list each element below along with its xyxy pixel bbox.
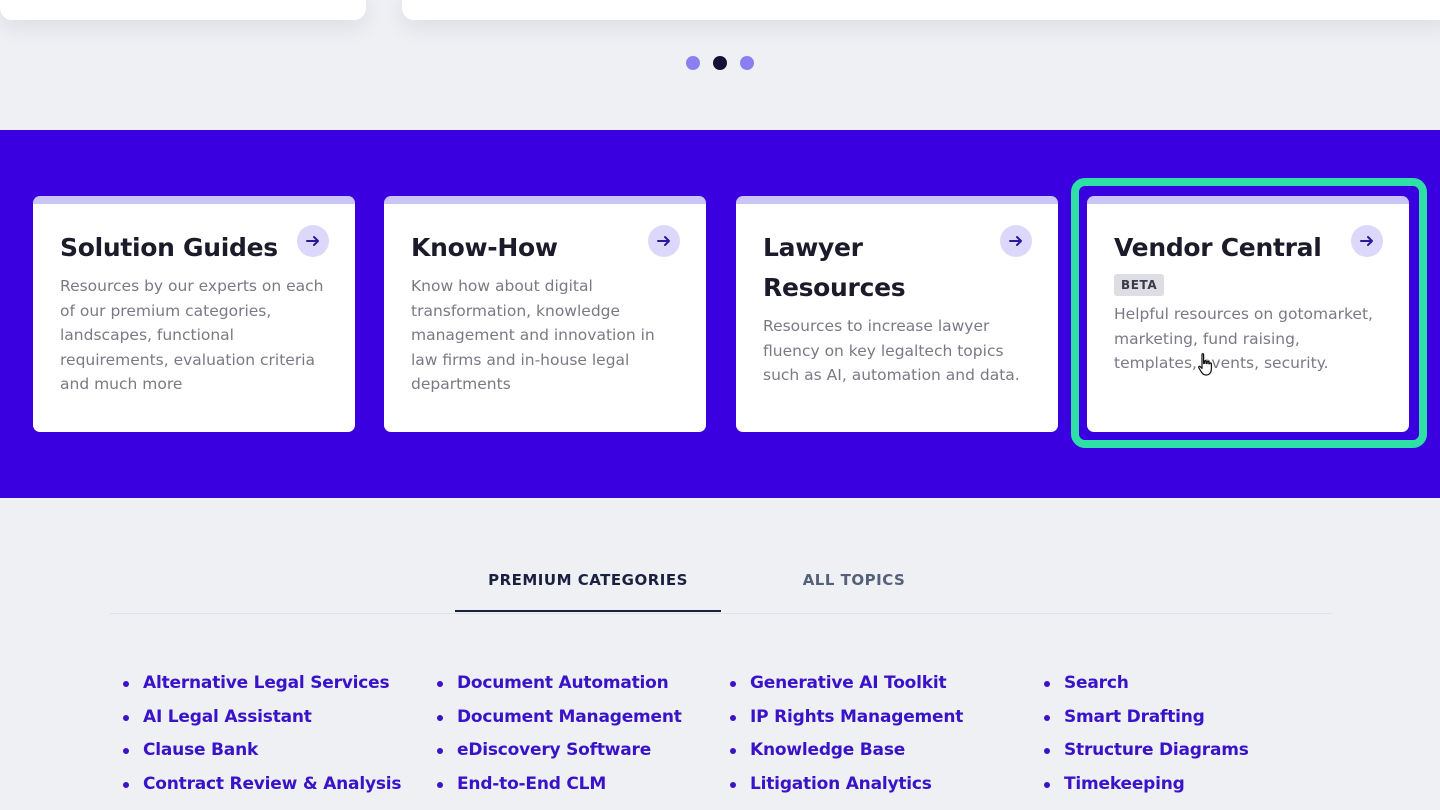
category-link[interactable]: IP Rights Management [730, 701, 963, 735]
category-link[interactable]: Knowledge Base [730, 734, 963, 768]
category-link[interactable]: Document Automation [437, 667, 682, 701]
category-link[interactable]: Alternative Legal Services [123, 667, 401, 701]
tab-all-topics[interactable]: ALL TOPICS [722, 566, 986, 612]
arrow-right-icon[interactable] [1000, 225, 1032, 257]
card-description: Know how about digital transformation, k… [411, 277, 655, 393]
carousel-dot-2[interactable] [713, 56, 727, 70]
category-link[interactable]: Clause Bank [123, 734, 401, 768]
category-link[interactable]: AI Legal Assistant [123, 701, 401, 735]
card-description: Resources by our experts on each of our … [60, 277, 324, 393]
arrow-right-icon[interactable] [1351, 225, 1383, 257]
arrow-right-icon[interactable] [648, 225, 680, 257]
category-link[interactable]: Timekeeping [1044, 768, 1249, 802]
category-link[interactable]: Litigation Analytics [730, 768, 963, 802]
category-column-2: Document Automation Document Management … [437, 667, 682, 802]
carousel-card-right[interactable] [402, 0, 1440, 20]
category-link[interactable]: Contract Review & Analysis [123, 768, 401, 802]
category-link[interactable]: eDiscovery Software [437, 734, 682, 768]
tab-premium-categories[interactable]: PREMIUM CATEGORIES [455, 566, 721, 612]
card-title: Know-How [411, 233, 558, 262]
card-title: Lawyer Resources [763, 233, 906, 302]
card-description: Helpful resources on gotomarket, marketi… [1114, 305, 1373, 372]
carousel-card-left[interactable] [0, 0, 366, 20]
beta-badge: BETA [1114, 274, 1165, 296]
carousel-dots [0, 56, 1440, 70]
card-solution-guides[interactable]: Solution Guides Resources by our experts… [33, 196, 355, 432]
hand-pointer-icon [1198, 353, 1212, 376]
category-link[interactable]: Search [1044, 667, 1249, 701]
category-column-3: Generative AI Toolkit IP Rights Manageme… [730, 667, 963, 802]
carousel-dot-1[interactable] [686, 56, 700, 70]
category-link[interactable]: End-to-End CLM [437, 768, 682, 802]
card-description: Resources to increase lawyer fluency on … [763, 317, 1020, 384]
card-lawyer-resources[interactable]: Lawyer Resources Resources to increase l… [736, 196, 1058, 432]
card-know-how[interactable]: Know-How Know how about digital transfor… [384, 196, 706, 432]
category-link[interactable]: Smart Drafting [1044, 701, 1249, 735]
category-column-1: Alternative Legal Services AI Legal Assi… [123, 667, 401, 802]
card-title: Solution Guides [60, 233, 278, 262]
category-link[interactable]: Generative AI Toolkit [730, 667, 963, 701]
card-title: Vendor Central [1114, 233, 1322, 262]
carousel-dot-3[interactable] [740, 56, 754, 70]
card-vendor-central[interactable]: Vendor Central BETA Helpful resources on… [1087, 196, 1409, 432]
category-link[interactable]: Structure Diagrams [1044, 734, 1249, 768]
arrow-right-icon[interactable] [297, 225, 329, 257]
tabs-divider [110, 613, 1332, 614]
category-column-4: Search Smart Drafting Structure Diagrams… [1044, 667, 1249, 802]
category-link[interactable]: Document Management [437, 701, 682, 735]
